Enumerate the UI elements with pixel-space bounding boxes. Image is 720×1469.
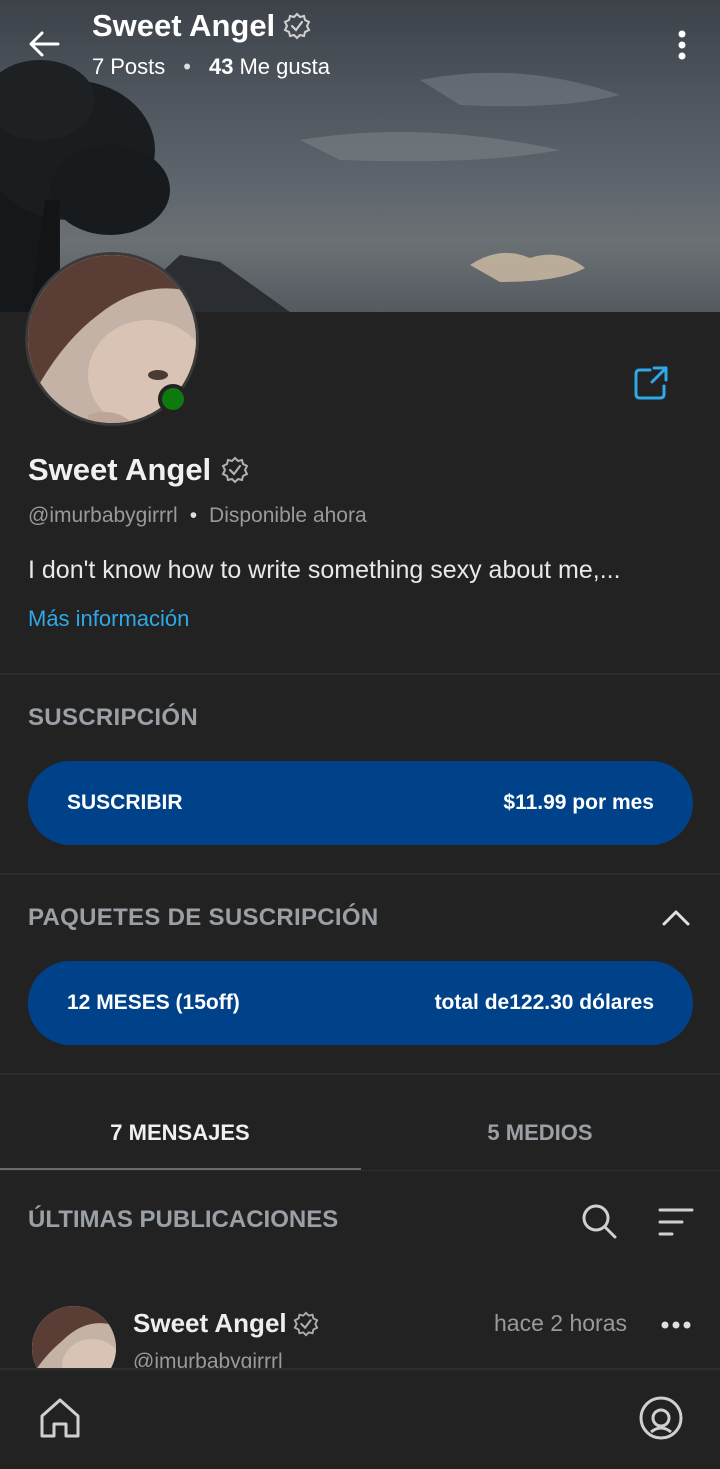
verified-badge-icon bbox=[283, 12, 311, 40]
profile-name: Sweet Angel bbox=[28, 452, 212, 487]
chevron-up-icon[interactable] bbox=[660, 905, 692, 929]
profile-name-row: Sweet Angel bbox=[28, 452, 249, 488]
subscribe-button-label: SUSCRIBIR bbox=[67, 791, 183, 814]
search-icon[interactable] bbox=[580, 1202, 618, 1240]
more-info-link[interactable]: Más información bbox=[28, 606, 189, 632]
likes-count: 43 bbox=[208, 54, 234, 79]
subscribe-price: $11.99 por mes bbox=[503, 791, 654, 814]
separator-dot: • bbox=[189, 504, 198, 527]
content-tabs: 7 MENSAJES 5 MEDIOS bbox=[0, 1096, 720, 1170]
profile-handle-row: @imurbabygirrrl • Disponible ahora bbox=[28, 504, 367, 528]
home-icon[interactable] bbox=[36, 1394, 84, 1442]
availability-status: Disponible ahora bbox=[209, 504, 367, 527]
kebab-menu-icon[interactable] bbox=[670, 26, 694, 64]
header-stats: 7 Posts • 43 Me gusta bbox=[92, 54, 330, 80]
posts-count: 7 bbox=[92, 54, 105, 79]
header-title-row: Sweet Angel bbox=[92, 8, 311, 44]
verified-badge-icon bbox=[293, 1311, 319, 1336]
top-bar: Sweet Angel 7 Posts • 43 Me gusta bbox=[0, 0, 720, 100]
header-title: Sweet Angel bbox=[92, 8, 276, 43]
bottom-navigation bbox=[0, 1368, 720, 1469]
more-horizontal-icon[interactable] bbox=[660, 1318, 692, 1332]
posts-label: Posts bbox=[110, 54, 166, 79]
bundle-total: total de122.30 dólares bbox=[434, 991, 654, 1014]
profile-handle: @imurbabygirrrl bbox=[28, 504, 178, 527]
verified-badge-icon bbox=[221, 456, 249, 484]
bundle-label: 12 MESES (15off) bbox=[67, 991, 240, 1014]
subscribe-button[interactable]: SUSCRIBIR $11.99 por mes bbox=[28, 761, 693, 845]
likes-label: Me gusta bbox=[239, 54, 330, 79]
back-arrow-icon[interactable] bbox=[26, 26, 62, 62]
profile-bio: I don't know how to write something sexy… bbox=[28, 556, 621, 584]
divider bbox=[0, 673, 720, 675]
bundles-section-label: PAQUETES DE SUSCRIPCIÓN bbox=[28, 904, 379, 931]
divider bbox=[0, 1170, 720, 1171]
divider bbox=[0, 873, 720, 875]
share-icon[interactable] bbox=[632, 362, 672, 402]
tab-media[interactable]: 5 MEDIOS bbox=[360, 1096, 720, 1170]
bundle-button[interactable]: 12 MESES (15off) total de122.30 dólares bbox=[28, 961, 693, 1045]
subscription-section-label: SUSCRIPCIÓN bbox=[28, 704, 198, 731]
post-timestamp: hace 2 horas bbox=[494, 1310, 627, 1336]
latest-posts-label: ÚLTIMAS PUBLICACIONES bbox=[28, 1206, 339, 1233]
profile-icon[interactable] bbox=[637, 1394, 685, 1442]
divider bbox=[0, 1073, 720, 1075]
post-author-row: Sweet Angel bbox=[133, 1308, 319, 1339]
online-status-indicator bbox=[158, 384, 188, 414]
separator-dot: • bbox=[183, 54, 191, 79]
sort-icon[interactable] bbox=[658, 1206, 694, 1238]
post-author-name[interactable]: Sweet Angel bbox=[133, 1308, 287, 1339]
tab-messages[interactable]: 7 MENSAJES bbox=[0, 1096, 360, 1170]
